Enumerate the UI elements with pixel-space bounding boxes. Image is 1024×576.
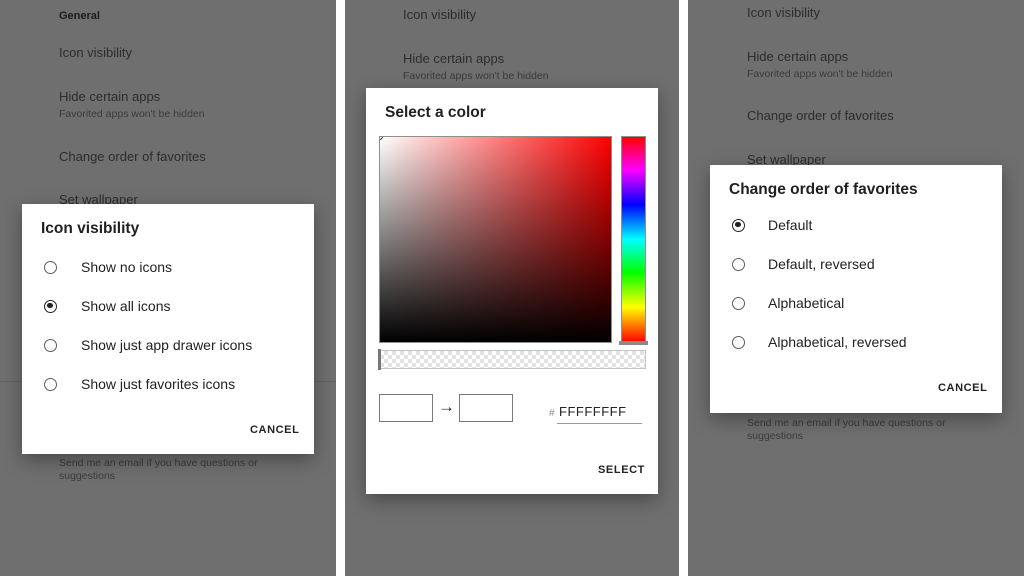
- hex-input-underline: [557, 423, 642, 424]
- setting-change-order[interactable]: Change order of favorites: [59, 149, 206, 164]
- dialog-title: Icon visibility: [41, 220, 140, 237]
- setting-subtitle: Send me an email if you have questions o…: [747, 417, 946, 429]
- radio-button[interactable]: [732, 257, 745, 271]
- setting-subtitle: Favorited apps won't be hidden: [747, 68, 893, 80]
- icon-visibility-dialog: Icon visibility Show no icons Show all i…: [22, 204, 314, 454]
- setting-icon-visibility[interactable]: Icon visibility: [747, 5, 820, 20]
- cancel-button[interactable]: CANCEL: [250, 424, 299, 436]
- alpha-slider-handle[interactable]: [378, 349, 381, 370]
- setting-title: Hide certain apps: [747, 49, 849, 64]
- setting-title: Icon visibility: [59, 45, 132, 60]
- setting-feedback[interactable]: Send me an email if you have questions o…: [747, 417, 945, 442]
- dialog-title: Select a color: [385, 104, 486, 121]
- radio-button[interactable]: [732, 296, 745, 310]
- radio-button[interactable]: [732, 335, 745, 349]
- hex-prefix: #: [549, 408, 555, 419]
- select-color-dialog: Select a color → # FFFFFFFF SELECT: [366, 88, 658, 494]
- alpha-slider[interactable]: [379, 350, 646, 369]
- saturation-value-picker[interactable]: [379, 136, 612, 343]
- setting-title: Hide certain apps: [403, 51, 505, 66]
- radio-option-show-all-icons[interactable]: Show all icons: [22, 290, 314, 322]
- setting-title: Change order of favorites: [747, 108, 894, 123]
- setting-change-order[interactable]: Change order of favorites: [747, 108, 894, 123]
- radio-option-default[interactable]: Default: [710, 209, 1002, 241]
- radio-label: Show no icons: [81, 259, 173, 275]
- setting-title: Icon visibility: [747, 5, 820, 20]
- setting-subtitle: Favorited apps won't be hidden: [403, 70, 549, 82]
- radio-button-selected[interactable]: [732, 218, 745, 232]
- dialog-title: Change order of favorites: [729, 181, 918, 198]
- setting-feedback[interactable]: Send me an email if you have questions o…: [59, 457, 257, 482]
- setting-title: Icon visibility: [403, 7, 476, 22]
- panel-select-color: Icon visibility Hide certain apps Favori…: [345, 0, 679, 576]
- setting-subtitle: suggestions: [747, 430, 804, 442]
- radio-option-alphabetical-reversed[interactable]: Alphabetical, reversed: [710, 326, 1002, 358]
- cancel-button[interactable]: CANCEL: [938, 382, 987, 394]
- panel-change-order: Icon visibility Hide certain apps Favori…: [688, 0, 1024, 576]
- setting-title: Hide certain apps: [59, 89, 161, 104]
- radio-option-alphabetical[interactable]: Alphabetical: [710, 287, 1002, 319]
- radio-label: Show all icons: [81, 298, 171, 314]
- radio-option-show-favorites-icons[interactable]: Show just favorites icons: [22, 368, 314, 400]
- setting-icon-visibility[interactable]: Icon visibility: [59, 45, 132, 60]
- hue-slider-handle[interactable]: [619, 341, 648, 345]
- setting-hide-apps[interactable]: Hide certain apps Favorited apps won't b…: [59, 89, 205, 120]
- new-color-swatch: [459, 394, 513, 422]
- select-button[interactable]: SELECT: [598, 464, 645, 476]
- radio-button[interactable]: [44, 338, 57, 352]
- setting-title: Change order of favorites: [59, 149, 206, 164]
- radio-label: Show just app drawer icons: [81, 337, 253, 353]
- radio-label: Default, reversed: [768, 256, 875, 272]
- radio-label: Alphabetical, reversed: [768, 334, 907, 350]
- radio-label: Default: [768, 217, 813, 233]
- panel-icon-visibility: General Icon visibility Hide certain app…: [0, 0, 336, 576]
- radio-button[interactable]: [44, 260, 57, 274]
- setting-subtitle: suggestions: [59, 470, 116, 482]
- old-color-swatch: [379, 394, 433, 422]
- setting-subtitle: Send me an email if you have questions o…: [59, 457, 258, 469]
- setting-icon-visibility[interactable]: Icon visibility: [403, 7, 476, 22]
- radio-button[interactable]: [44, 377, 57, 391]
- radio-option-show-no-icons[interactable]: Show no icons: [22, 251, 314, 283]
- setting-hide-apps[interactable]: Hide certain apps Favorited apps won't b…: [403, 51, 549, 82]
- radio-option-default-reversed[interactable]: Default, reversed: [710, 248, 1002, 280]
- setting-subtitle: Favorited apps won't be hidden: [59, 108, 205, 120]
- arrow-right-icon: →: [438, 397, 455, 416]
- hex-input[interactable]: FFFFFFFF: [559, 404, 627, 419]
- brightness-gradient-layer: [380, 137, 611, 342]
- radio-label: Alphabetical: [768, 295, 845, 311]
- change-order-dialog: Change order of favorites Default Defaul…: [710, 165, 1002, 413]
- radio-button-selected[interactable]: [44, 299, 57, 313]
- section-header-general: General: [59, 10, 100, 22]
- radio-label: Show just favorites icons: [81, 376, 236, 392]
- setting-hide-apps[interactable]: Hide certain apps Favorited apps won't b…: [747, 49, 893, 80]
- hue-slider[interactable]: [621, 136, 646, 343]
- radio-option-show-app-drawer-icons[interactable]: Show just app drawer icons: [22, 329, 314, 361]
